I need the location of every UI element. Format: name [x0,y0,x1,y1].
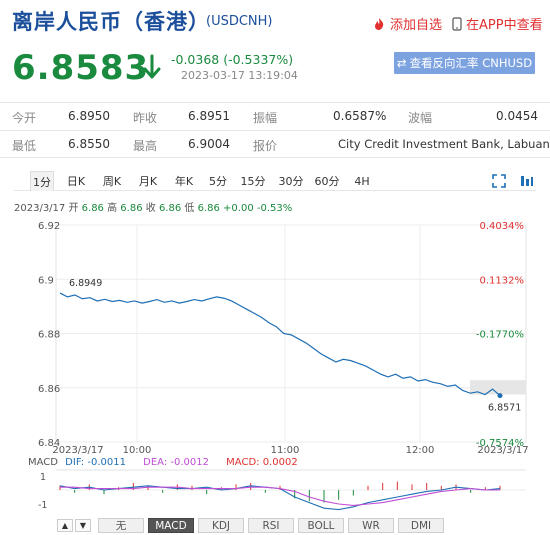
amplitude-value: 0.6587% [333,109,387,123]
indicator-rsi[interactable]: RSI [248,518,294,533]
macd-legend: MACD DIF: -0.0011 DEA: -0.0012 MACD: 0.0… [28,457,312,468]
stats-row: 最低 6.8550 最高 6.9004 报价 City Credit Inves… [0,130,550,158]
y-tick-label: 6.88 [38,330,60,341]
x-tick-label: 11:00 [271,445,300,456]
tab-60min[interactable]: 60分 [312,171,342,191]
price-change: -0.0368 (-0.5337%) [171,52,294,67]
open-label: 今开 [12,111,37,125]
tab-day-k[interactable]: 日K [62,171,90,191]
quoter-label: 报价 [253,139,278,153]
macd-tick-label: -1 [38,500,47,511]
tab-month-k[interactable]: 月K [134,171,162,191]
amplitude-label: 振幅 [253,111,278,125]
tab-week-k[interactable]: 周K [98,171,126,191]
wave-label: 波幅 [408,111,433,125]
tab-5min[interactable]: 5分 [206,171,230,191]
y-tick-label: 6.92 [38,221,60,232]
macd-dif: DIF: -0.0011 [65,457,126,468]
wave-value: 0.0454 [496,109,538,123]
indicator-none[interactable]: 无 [98,518,144,533]
tab-30min[interactable]: 30分 [276,171,306,191]
macd-dea: DEA: -0.0012 [143,457,209,468]
scroll-up-icon[interactable]: ▲ [57,519,73,532]
y-tick-label: 6.9 [38,275,54,286]
x-tick-label: 10:00 [123,445,152,456]
fullscreen-icon[interactable] [492,173,506,192]
open-value: 6.8950 [68,109,110,123]
low-label: 最低 [12,139,37,153]
indicator-kdj[interactable]: KDJ [198,518,244,533]
tab-year-k[interactable]: 年K [170,171,198,191]
indicator-dmi[interactable]: DMI [398,518,444,533]
tab-15min[interactable]: 15分 [238,171,268,191]
start-value-label: 6.8949 [69,278,102,289]
last-price-marker [497,393,503,399]
x-tick-label: 2023/3/17 [52,445,103,456]
settings-sliders-icon[interactable] [520,173,534,192]
intraday-chart: 6.920.4034%6.90.1132%6.88-0.1770%6.86-0.… [38,221,529,511]
prev-close-label: 昨收 [133,111,158,125]
pct-tick-label: 0.1132% [480,275,525,286]
add-favorite-button[interactable]: 添加自选 [372,14,442,33]
period-tabs: 1分 日K 周K 月K 年K 5分 15分 30分 60分 4H [14,171,536,191]
quoter-value: City Credit Investment Bank, Labuan [338,137,550,151]
forex-quote-page: 离岸人民币（香港） (USDCNH) 添加自选 在APP中查看 6.8583 -… [0,0,550,535]
macd-title: MACD [28,457,58,468]
flame-icon [372,17,386,31]
low-value: 6.8550 [68,137,110,151]
high-label: 最高 [133,139,158,153]
x-tick-label: 12:00 [406,445,435,456]
end-value-label: 6.8571 [488,403,521,414]
reverse-rate-label: 查看反向汇率 CNHUSD [409,56,533,70]
view-in-app-label: 在APP中查看 [466,18,543,33]
stats-row: 今开 6.8950 昨收 6.8951 振幅 0.6587% 波幅 0.0454 [0,102,550,130]
add-favorite-label: 添加自选 [390,18,443,33]
reverse-rate-button[interactable]: ⇄ 查看反向汇率 CNHUSD [394,52,535,74]
current-price: 6.8583 [12,48,150,88]
symbol-code: (USDCNH) [206,14,273,29]
indicator-nav: ▲ ▼ [57,519,91,532]
macd-value: MACD: 0.0002 [226,457,298,468]
price-line [59,292,501,397]
scroll-down-icon[interactable]: ▼ [75,519,91,532]
swap-icon: ⇄ [396,56,407,70]
pct-tick-label: 0.4034% [480,221,525,232]
pct-tick-label: -0.1770% [476,330,524,341]
phone-icon [452,16,462,31]
indicator-wr[interactable]: WR [348,518,394,533]
indicator-macd[interactable]: MACD [148,518,194,533]
macd-tick-label: 1 [40,472,46,483]
tab-1min[interactable]: 1分 [30,171,54,191]
indicator-boll[interactable]: BOLL [298,518,344,533]
prev-close-value: 6.8951 [188,109,230,123]
page-title: 离岸人民币（香港） [12,10,210,34]
high-value: 6.9004 [188,137,230,151]
quote-datetime: 2023-03-17 13:19:04 [181,69,298,82]
tab-4h[interactable]: 4H [350,171,374,191]
view-in-app-button[interactable]: 在APP中查看 [452,14,543,33]
down-arrow-icon [142,54,162,84]
x-tick-label: 2023/3/17 [477,445,528,456]
y-tick-label: 6.86 [38,384,60,395]
header: 离岸人民币（香港） (USDCNH) 添加自选 在APP中查看 [0,0,550,34]
